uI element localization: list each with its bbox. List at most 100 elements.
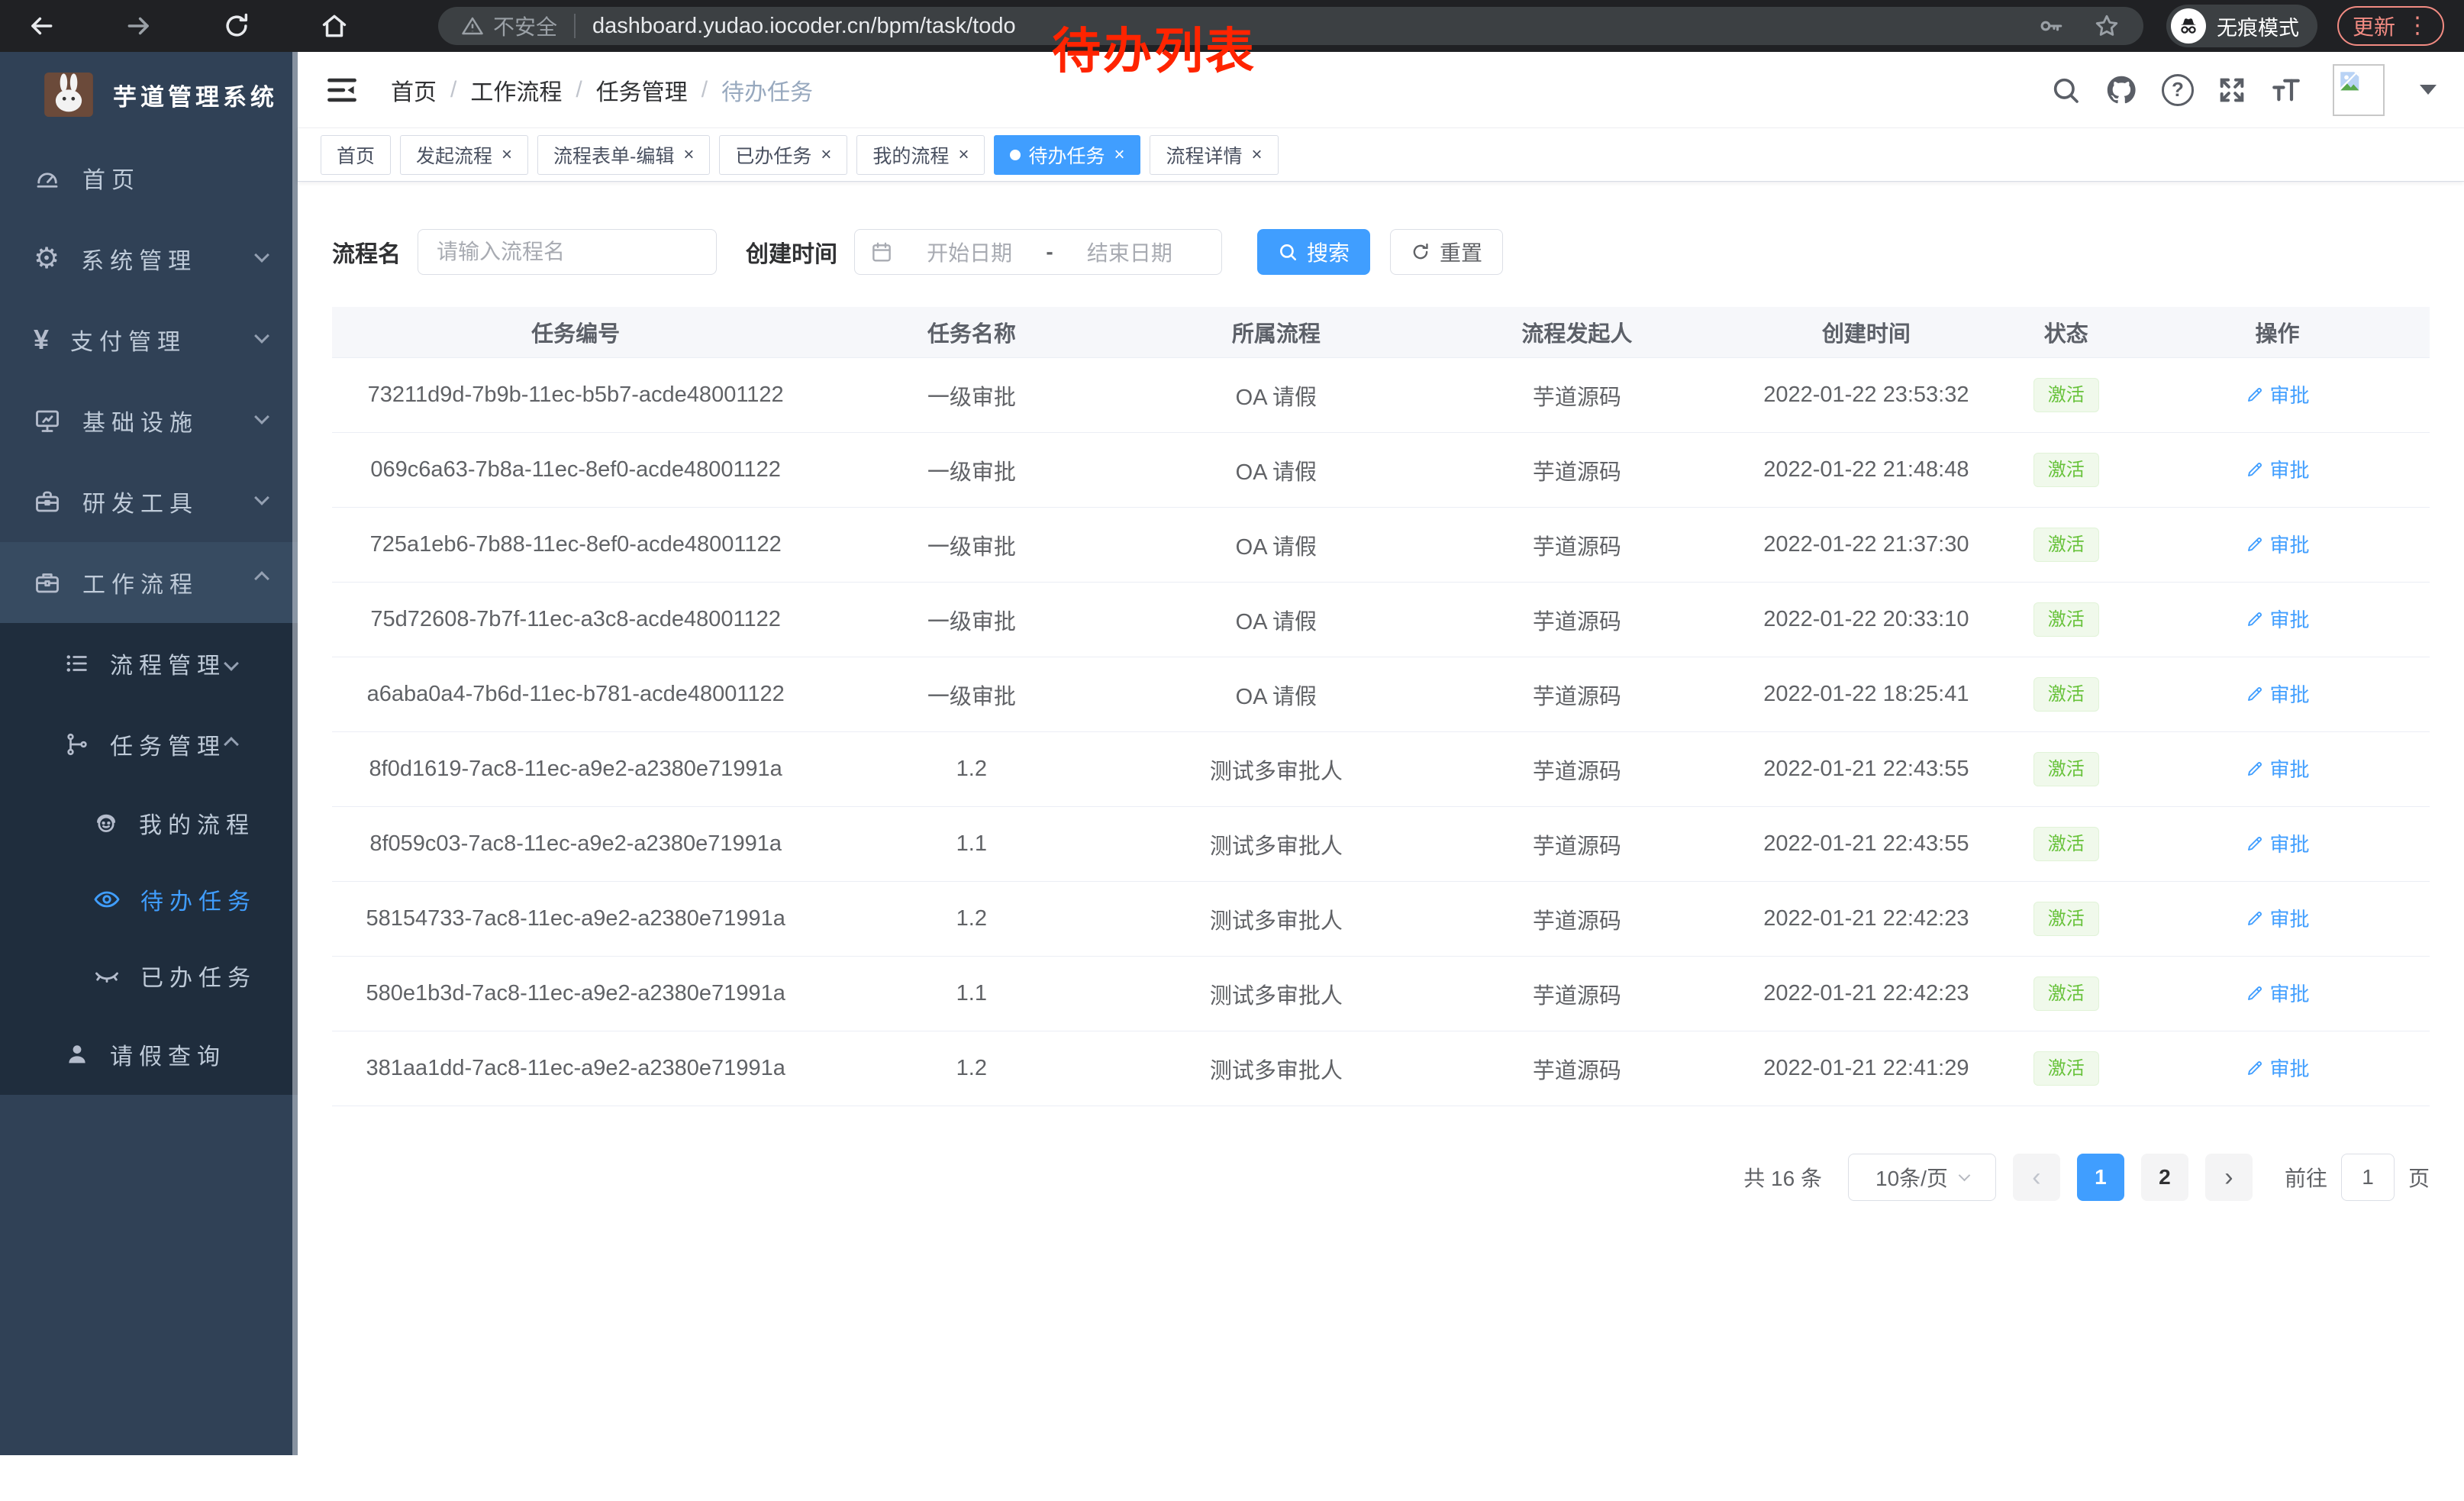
close-icon[interactable]: × — [502, 144, 512, 166]
browser-menu-icon[interactable]: ⋮ — [2406, 15, 2429, 37]
approve-link[interactable]: 审批 — [2246, 979, 2310, 1007]
avatar[interactable] — [2333, 64, 2385, 116]
home-icon[interactable] — [313, 5, 356, 47]
status-badge: 激活 — [2033, 602, 2099, 638]
status-badge: 激活 — [2033, 378, 2099, 413]
app-logo-row[interactable]: 芋道管理系统 — [0, 52, 298, 137]
fullscreen-icon[interactable] — [2217, 75, 2247, 105]
search-icon[interactable] — [2050, 75, 2081, 105]
sidebar-item-leave-query[interactable]: 请假查询 — [0, 1014, 298, 1095]
chevron-down-icon — [224, 656, 239, 671]
key-icon[interactable] — [2038, 13, 2064, 39]
help-icon[interactable]: ? — [2162, 74, 2194, 106]
bookmark-star-icon[interactable] — [2093, 12, 2121, 40]
update-button[interactable]: 更新 ⋮ — [2337, 6, 2444, 46]
status-badge: 激活 — [2033, 453, 2099, 488]
task-id: 8f059c03-7ac8-11ec-a9e2-a2380e71991a — [332, 831, 819, 857]
chevron-down-icon — [254, 247, 269, 263]
avatar-caret-icon[interactable] — [2420, 85, 2437, 95]
page-size-select[interactable]: 10条/页 — [1848, 1154, 1996, 1201]
close-icon[interactable]: × — [958, 144, 969, 166]
tab-done-tasks[interactable]: 已办任务 × — [719, 135, 847, 175]
prev-page-button[interactable]: ‹ — [2013, 1154, 2060, 1201]
workflow-submenu: 流程管理 任务管理 我的流程 待办任务 已办任务 — [0, 623, 298, 1095]
tab-home[interactable]: 首页 — [321, 135, 391, 175]
tasks-table: 任务编号 任务名称 所属流程 流程发起人 创建时间 状态 操作 73211d9d… — [332, 307, 2430, 1106]
incognito-label: 无痕模式 — [2217, 11, 2299, 41]
monitor-icon — [34, 407, 61, 434]
approve-link[interactable]: 审批 — [2246, 1054, 2310, 1082]
approve-link[interactable]: 审批 — [2246, 829, 2310, 857]
table-row: a6aba0a4-7b6d-11ec-b781-acde48001122 一级审… — [332, 657, 2430, 731]
incognito-badge: 无痕模式 — [2166, 5, 2317, 47]
security-warning[interactable]: 不安全 — [461, 11, 557, 41]
sidebar-item-process-mgmt[interactable]: 流程管理 — [0, 623, 298, 704]
approve-link[interactable]: 审批 — [2246, 904, 2310, 932]
task-id: 73211d9d-7b9b-11ec-b5b7-acde48001122 — [332, 383, 819, 408]
approve-link[interactable]: 审批 — [2246, 679, 2310, 708]
close-icon[interactable]: × — [683, 144, 694, 166]
task-id: 069c6a63-7b8a-11ec-8ef0-acde48001122 — [332, 457, 819, 483]
edit-pencil-icon — [2246, 984, 2264, 1002]
close-icon[interactable]: × — [821, 144, 831, 166]
table-row: 580e1b3d-7ac8-11ec-a9e2-a2380e71991a 1.1… — [332, 956, 2430, 1031]
approve-link[interactable]: 审批 — [2246, 754, 2310, 783]
broken-image-icon — [2337, 69, 2363, 95]
sidebar-item-todo-tasks[interactable]: 待办任务 — [0, 861, 298, 938]
sidebar-item-done-tasks[interactable]: 已办任务 — [0, 938, 298, 1014]
process-name-input[interactable] — [418, 229, 717, 275]
sidebar-item-home[interactable]: 首页 — [0, 137, 298, 218]
approve-link[interactable]: 审批 — [2246, 530, 2310, 558]
edit-pencil-icon — [2246, 1059, 2264, 1077]
close-icon[interactable]: × — [1252, 144, 1263, 166]
page-button-1[interactable]: 1 — [2077, 1154, 2124, 1201]
breadcrumb-task-mgmt[interactable]: 任务管理 — [596, 73, 688, 107]
sidebar-item-payment[interactable]: ¥ 支付管理 — [0, 299, 298, 380]
status-badge: 激活 — [2033, 677, 2099, 712]
tab-todo-tasks[interactable]: 待办任务 × — [994, 135, 1140, 175]
sidebar-item-task-mgmt[interactable]: 任务管理 — [0, 704, 298, 785]
start-date-placeholder[interactable]: 开始日期 — [893, 237, 1046, 267]
url-bar[interactable]: 不安全 dashboard.yudao.iocoder.cn/bpm/task/… — [438, 7, 2143, 45]
font-size-icon[interactable] — [2270, 74, 2302, 106]
sidebar-scrollbar[interactable] — [292, 52, 298, 1455]
approve-link[interactable]: 审批 — [2246, 605, 2310, 633]
sidebar-item-system[interactable]: ⚙ 系统管理 — [0, 218, 298, 299]
breadcrumb-workflow[interactable]: 工作流程 — [470, 73, 562, 107]
list-icon — [64, 650, 90, 676]
eye-icon — [93, 886, 121, 913]
table-row: 75d72608-7b7f-11ec-a3c8-acde48001122 一级审… — [332, 582, 2430, 657]
toolbox-icon — [34, 488, 61, 515]
tab-my-process[interactable]: 我的流程 × — [856, 135, 985, 175]
github-icon[interactable] — [2104, 73, 2139, 108]
page-button-2[interactable]: 2 — [2141, 1154, 2188, 1201]
eye-closed-icon — [93, 962, 121, 989]
briefcase-icon — [34, 569, 61, 596]
goto-page-input[interactable] — [2341, 1154, 2395, 1201]
sidebar-item-my-process[interactable]: 我的流程 — [0, 785, 298, 861]
reset-button[interactable]: 重置 — [1390, 229, 1503, 275]
pagination: 共 16 条 10条/页 ‹ 1 2 › 前往 页 — [332, 1154, 2430, 1201]
task-id: 8f0d1619-7ac8-11ec-a9e2-a2380e71991a — [332, 757, 819, 782]
collapse-sidebar-icon[interactable] — [325, 73, 359, 107]
search-button[interactable]: 搜索 — [1257, 229, 1370, 275]
forward-icon[interactable] — [118, 5, 160, 47]
sidebar-item-devtools[interactable]: 研发工具 — [0, 461, 298, 542]
reload-icon[interactable] — [215, 5, 258, 47]
sidebar-item-infra[interactable]: 基础设施 — [0, 380, 298, 461]
tab-process-detail[interactable]: 流程详情 × — [1150, 135, 1278, 175]
url-text[interactable]: dashboard.yudao.iocoder.cn/bpm/task/todo — [592, 14, 1016, 39]
sidebar-item-workflow[interactable]: 工作流程 — [0, 542, 298, 623]
breadcrumb-home[interactable]: 首页 — [391, 73, 437, 107]
main-area: 首页 / 工作流程 / 任务管理 / 待办任务 ? 首页 发起流程 × — [298, 52, 2464, 1455]
tab-form-edit[interactable]: 流程表单-编辑 × — [537, 135, 710, 175]
tab-start-process[interactable]: 发起流程 × — [400, 135, 528, 175]
close-icon[interactable]: × — [1114, 144, 1124, 166]
end-date-placeholder[interactable]: 结束日期 — [1053, 237, 1206, 267]
date-range-picker[interactable]: 开始日期 - 结束日期 — [854, 229, 1222, 275]
next-page-button[interactable]: › — [2205, 1154, 2253, 1201]
approve-link[interactable]: 审批 — [2246, 455, 2310, 483]
user-icon — [64, 1041, 90, 1067]
approve-link[interactable]: 审批 — [2246, 380, 2310, 408]
back-icon[interactable] — [20, 5, 63, 47]
